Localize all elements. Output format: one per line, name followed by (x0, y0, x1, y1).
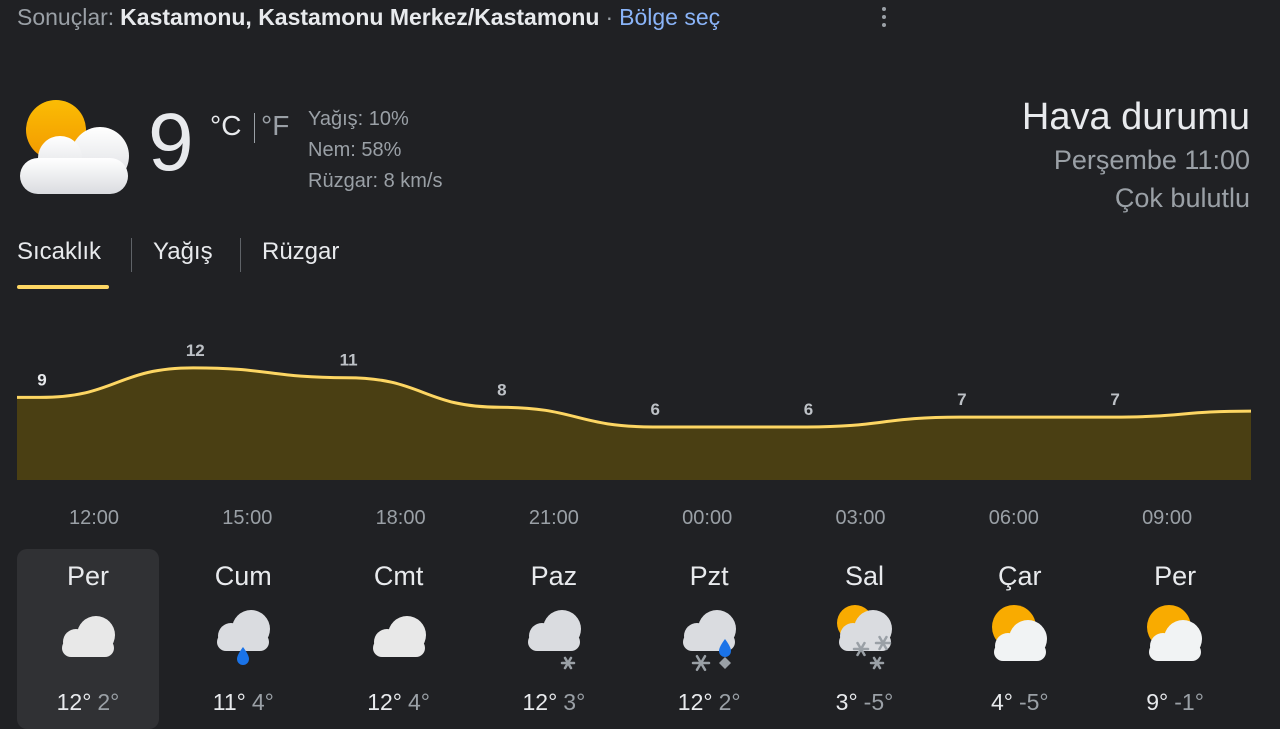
day-name: Cmt (373, 561, 424, 591)
day-name: Per (66, 561, 110, 591)
low-temp: -1° (1174, 689, 1204, 715)
day-name: Pzt (689, 561, 729, 591)
current-temperature: 9 (148, 97, 194, 188)
day-card[interactable]: Per 9° -1° (1104, 549, 1246, 729)
weather-time: Perşembe 11:00 (1053, 145, 1250, 175)
day-name: Paz (530, 561, 578, 591)
temperature-area (17, 367, 1251, 480)
day-card[interactable]: Cum 11° 4° (172, 549, 314, 729)
low-temp: 3° (563, 689, 586, 715)
data-label: 9 (37, 370, 46, 389)
x-tick-label: 12:00 (69, 507, 119, 529)
day-temperatures: 11° 4° (172, 689, 314, 716)
low-temp: -5° (1018, 689, 1049, 715)
day-name: Çar (998, 561, 1042, 591)
select-region-link[interactable]: Bölge seç (619, 4, 720, 31)
x-tick-label: 09:00 (1142, 507, 1192, 529)
high-temp: 4° (990, 689, 1013, 715)
day-temperatures: 12° 2° (638, 689, 780, 716)
high-temp: 9° (1146, 689, 1169, 715)
results-header: Sonuçlar: Kastamonu, Kastamonu Merkez/Ka… (17, 2, 720, 32)
separator: · (605, 3, 614, 30)
weather-condition: Çok bulutlu (1114, 183, 1250, 213)
day-temperatures: 9° -1° (1104, 689, 1246, 716)
day-temperatures: 12° 3° (483, 689, 625, 716)
sleet-icon (683, 610, 737, 672)
data-label: 7 (957, 390, 966, 409)
data-label: 8 (497, 380, 506, 399)
tab-temperature[interactable]: Sıcaklık (17, 238, 101, 266)
low-temp: -5° (863, 689, 894, 715)
cloudy-icon (372, 616, 426, 657)
unit-divider (254, 113, 255, 143)
day-card[interactable]: Paz 12° 3° (483, 549, 625, 729)
low-temp: 4° (407, 689, 430, 715)
day-card[interactable]: Çar 4° -5° (949, 549, 1091, 729)
day-temperatures: 12° 2° (17, 689, 159, 716)
precipitation-detail: Yağış: 10% (308, 108, 409, 130)
tab-precipitation[interactable]: Yağış (153, 238, 213, 266)
data-label: 6 (804, 400, 813, 419)
day-card[interactable]: Per 12° 2° (17, 549, 159, 729)
rain-icon (217, 610, 271, 665)
high-temp: 11° (212, 689, 246, 715)
low-temp: 4° (251, 689, 274, 715)
day-card[interactable]: Sal 3° -5° (794, 549, 936, 729)
day-card[interactable]: Cmt 12° 4° (328, 549, 470, 729)
low-temp: 2° (718, 689, 741, 715)
active-tab-indicator (17, 285, 109, 289)
day-name: Per (1154, 561, 1197, 591)
celsius-unit[interactable]: °C (210, 110, 241, 142)
day-temperatures: 3° -5° (794, 689, 936, 716)
x-tick-label: 06:00 (989, 507, 1039, 529)
data-label: 7 (1110, 390, 1119, 409)
results-label: Sonuçlar: (17, 3, 115, 30)
fahrenheit-unit[interactable]: °F (261, 110, 289, 142)
day-name: Sal (844, 561, 885, 591)
wind-detail: Rüzgar: 8 km/s (308, 170, 443, 192)
more-options-icon[interactable] (875, 4, 893, 30)
partly-cloudy-icon (991, 605, 1047, 661)
partly-cloudy-icon (1147, 605, 1203, 661)
high-temp: 12° (522, 689, 558, 715)
humidity-detail: Nem: 58% (308, 139, 402, 161)
day-temperatures: 4° -5° (949, 689, 1091, 716)
x-tick-label: 03:00 (835, 507, 885, 529)
location-name: Kastamonu, Kastamonu Merkez/Kastamonu (120, 3, 600, 30)
day-name: Cum (214, 561, 272, 591)
x-tick-label: 18:00 (376, 507, 426, 529)
data-label: 6 (650, 400, 659, 419)
high-temp: 12° (677, 689, 713, 715)
data-label: 12 (186, 341, 205, 360)
x-tick-label: 21:00 (529, 507, 579, 529)
high-temp: 12° (367, 689, 402, 715)
x-tick-label: 15:00 (222, 507, 272, 529)
tab-divider (131, 238, 132, 272)
temperature-chart[interactable]: 9 12 11 8 6 6 7 7 12:00 15:00 18:00 21:00 00:00 03:0… (0, 330, 1280, 535)
low-temp: 2° (97, 689, 120, 715)
data-label: 11 (340, 351, 358, 370)
x-tick-label: 00:00 (682, 507, 732, 529)
partly-cloudy-icon (20, 100, 129, 194)
weather-title: Hava durumu (1021, 96, 1250, 138)
day-temperatures: 12° 4° (328, 689, 470, 716)
partly-cloudy-snow-icon (836, 605, 892, 670)
high-temp: 12° (56, 689, 92, 715)
day-card[interactable]: Pzt 12° 2° (638, 549, 780, 729)
tab-wind[interactable]: Rüzgar (262, 238, 339, 266)
tab-divider (240, 238, 241, 272)
cloudy-icon (62, 616, 115, 657)
snow-icon (527, 610, 581, 670)
high-temp: 3° (835, 689, 858, 715)
